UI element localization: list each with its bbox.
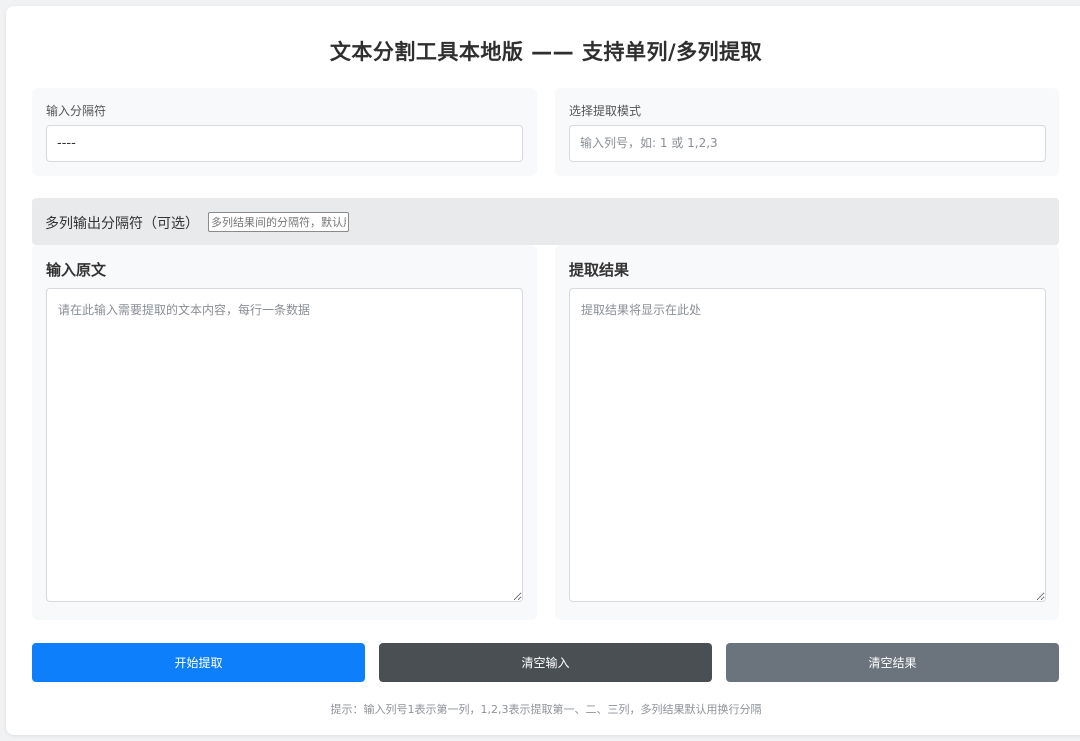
delimiter-input[interactable] bbox=[46, 125, 523, 162]
input-text-title: 输入原文 bbox=[46, 261, 107, 279]
hint-text: 提示：输入列号1表示第一列，1,2,3表示提取第一、二、三列，多列结果默认用换行… bbox=[330, 703, 762, 716]
input-textarea[interactable] bbox=[46, 288, 523, 602]
result-textarea[interactable] bbox=[569, 288, 1046, 602]
result-text-title: 提取结果 bbox=[569, 261, 630, 279]
mode-panel: 选择提取模式 bbox=[555, 88, 1059, 176]
delimiter-label: 输入分隔符 bbox=[46, 104, 107, 118]
page-title: 文本分割工具本地版 —— 支持单列/多列提取 bbox=[329, 40, 763, 64]
multi-output-label: 多列输出分隔符（可选） bbox=[45, 216, 199, 232]
multi-output-bar: 多列输出分隔符（可选） bbox=[32, 198, 1059, 245]
column-mode-input[interactable] bbox=[569, 125, 1046, 162]
start-extract-button[interactable]: 开始提取 bbox=[32, 643, 365, 682]
main-card: 文本分割工具本地版 —— 支持单列/多列提取 输入分隔符 选择提取模式 多列输出… bbox=[6, 6, 1080, 735]
multi-output-separator-input[interactable] bbox=[208, 212, 349, 232]
result-text-panel: 提取结果 bbox=[555, 245, 1059, 620]
mode-label: 选择提取模式 bbox=[569, 104, 642, 118]
clear-input-button[interactable]: 清空输入 bbox=[379, 643, 712, 682]
input-text-panel: 输入原文 bbox=[32, 245, 537, 620]
delimiter-panel: 输入分隔符 bbox=[32, 88, 537, 176]
clear-result-button[interactable]: 清空结果 bbox=[726, 643, 1059, 682]
